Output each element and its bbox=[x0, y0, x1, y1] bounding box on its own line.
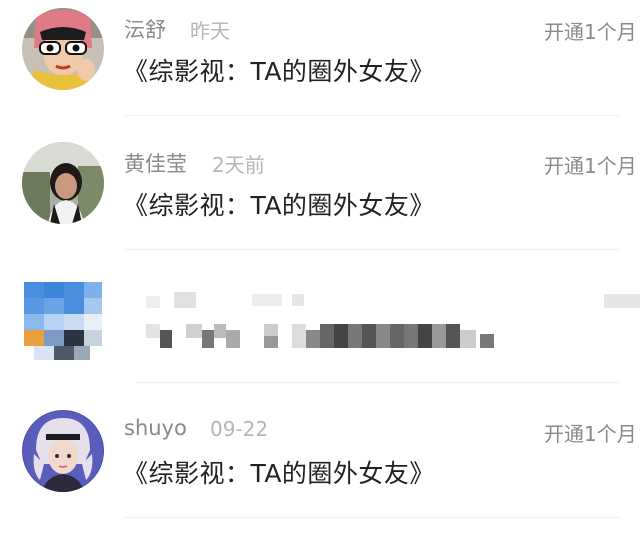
timestamp: 09-22 bbox=[210, 417, 269, 441]
comment-item[interactable]: 黄佳莹 2天前 开通1个月 《综影视：TA的圈外女友》 bbox=[0, 134, 640, 268]
user-avatar-sunglasses-icon bbox=[22, 8, 104, 90]
comment-item[interactable]: 沄舒 昨天 开通1个月 《综影视：TA的圈外女友》 bbox=[0, 0, 640, 134]
user-avatar[interactable] bbox=[22, 142, 104, 224]
pixelated-avatar-icon bbox=[24, 282, 640, 383]
vip-duration-label: 开通1个月 bbox=[544, 422, 637, 446]
divider bbox=[124, 115, 620, 116]
timestamp: 昨天 bbox=[190, 19, 230, 43]
user-avatar-photo-icon bbox=[22, 142, 104, 224]
user-avatar[interactable] bbox=[22, 410, 104, 492]
comment-text[interactable]: 《综影视：TA的圈外女友》 bbox=[123, 186, 435, 222]
username[interactable]: shuyo bbox=[124, 416, 187, 440]
divider bbox=[124, 517, 620, 518]
comment-item[interactable]: shuyo 09-22 开通1个月 《综影视：TA的圈外女友》 bbox=[0, 402, 640, 536]
pixelated-content bbox=[0, 268, 640, 402]
vip-duration-label: 开通1个月 bbox=[544, 20, 637, 44]
divider bbox=[124, 249, 620, 250]
comment-feed: 沄舒 昨天 开通1个月 《综影视：TA的圈外女友》 黄佳莹 2天前 开通1个月 … bbox=[0, 0, 640, 538]
username[interactable]: 沄舒 bbox=[124, 14, 166, 44]
comment-item-pixelated bbox=[0, 268, 640, 402]
user-avatar[interactable] bbox=[22, 8, 104, 90]
comment-text[interactable]: 《综影视：TA的圈外女友》 bbox=[123, 52, 435, 88]
timestamp: 2天前 bbox=[212, 153, 265, 177]
user-avatar-illustration-icon bbox=[22, 410, 104, 492]
vip-duration-label: 开通1个月 bbox=[544, 154, 637, 178]
username[interactable]: 黄佳莹 bbox=[124, 148, 187, 178]
comment-text[interactable]: 《综影视：TA的圈外女友》 bbox=[123, 454, 435, 490]
